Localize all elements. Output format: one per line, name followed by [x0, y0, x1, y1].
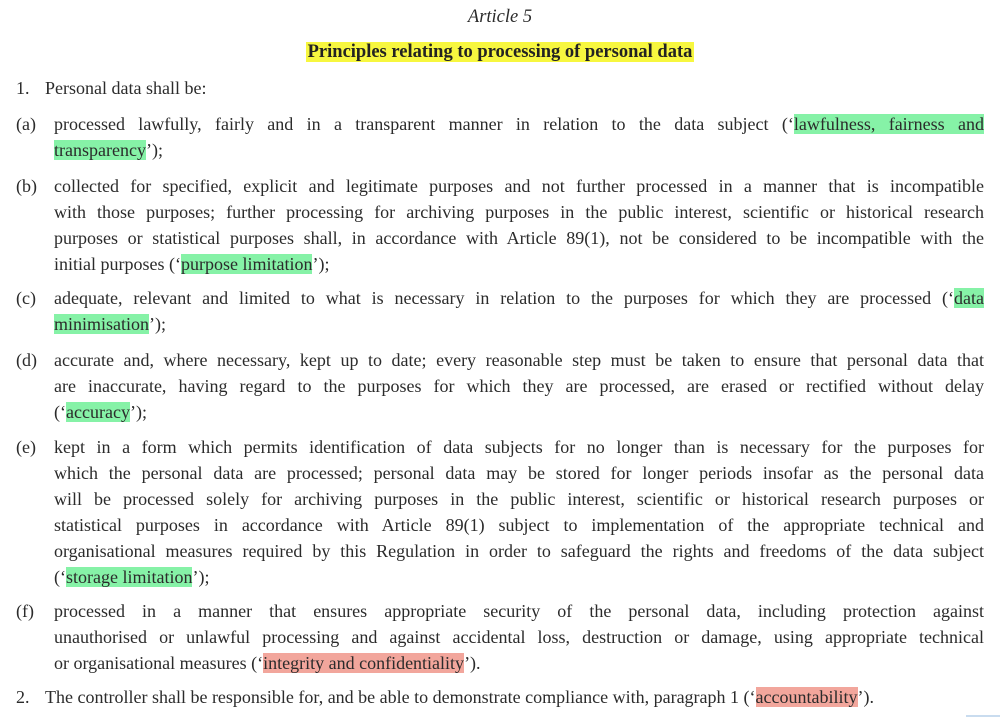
- paragraph-lead: Personal data shall be:: [45, 78, 207, 98]
- text-segment: ’);: [312, 254, 330, 274]
- principle-highlight: minimisation: [54, 314, 150, 334]
- text-segment: ’);: [145, 140, 163, 160]
- text-segment: (‘: [54, 567, 66, 587]
- text-segment: processed lawfully, fairly and in a tran…: [54, 114, 794, 134]
- principle-highlight: storage limitation: [66, 567, 193, 587]
- document-page: Article 5 Principles relating to process…: [0, 0, 1000, 717]
- principle-highlight: integrity and confidentiality: [263, 653, 465, 673]
- text-segment: with those purposes; further processing …: [54, 202, 984, 222]
- text-line: with those purposes; further processing …: [54, 199, 984, 225]
- article-title: Principles relating to processing of per…: [0, 40, 1000, 64]
- principle-highlight: lawfulness, fairness and: [793, 114, 984, 134]
- text-line: adequate, relevant and limited to what i…: [54, 285, 984, 311]
- principle-highlight: transparency: [54, 140, 146, 160]
- text-segment: which the personal data are processed; p…: [54, 463, 984, 483]
- principle-highlight: data: [954, 288, 984, 308]
- item-text: processed in a manner that ensures appro…: [54, 598, 984, 676]
- article-number: Article 5: [467, 7, 533, 27]
- text-segment: are inaccurate, having regard to the pur…: [54, 376, 984, 396]
- text-segment: will be processed solely for archiving p…: [54, 489, 984, 509]
- text-segment: ’).: [857, 687, 875, 707]
- paragraph-number: 2.: [16, 687, 30, 707]
- principle-highlight-accountability: accountability: [755, 687, 858, 707]
- principle-highlight: accuracy: [66, 402, 130, 422]
- text-line: initial purposes (‘purpose limitation’);: [54, 251, 984, 277]
- item-text: kept in a form which permits identificat…: [54, 434, 984, 590]
- text-segment: purposes or statistical purposes shall, …: [54, 228, 984, 248]
- text-segment: The controller shall be responsible for,…: [45, 687, 756, 707]
- text-segment: organisational measures required by this…: [54, 541, 984, 561]
- article-title-highlight: Principles relating to processing of per…: [305, 42, 695, 62]
- item-label: (c): [16, 288, 36, 308]
- principle-highlight: purpose limitation: [180, 254, 313, 274]
- text-line: accurate and, where necessary, kept up t…: [54, 347, 984, 373]
- text-line: collected for specified, explicit and le…: [54, 173, 984, 199]
- text-segment: ’);: [149, 314, 167, 334]
- item-text: processed lawfully, fairly and in a tran…: [54, 111, 984, 163]
- text-line: unauthorised or unlawful processing and …: [54, 624, 984, 650]
- text-segment: or organisational measures (‘: [54, 653, 264, 673]
- item-label: (e): [16, 437, 36, 457]
- item-label: (a): [16, 114, 36, 134]
- item-label: (b): [16, 176, 37, 196]
- paragraph-number: 1.: [16, 78, 30, 98]
- text-line: are inaccurate, having regard to the pur…: [54, 373, 984, 399]
- text-segment: ’);: [192, 567, 210, 587]
- paragraph-text: The controller shall be responsible for,…: [45, 684, 985, 710]
- text-segment: statistical purposes in accordance with …: [54, 515, 984, 535]
- text-segment: ’);: [129, 402, 147, 422]
- text-segment: (‘: [54, 402, 66, 422]
- text-line: processed in a manner that ensures appro…: [54, 598, 984, 624]
- text-line: (‘accuracy’);: [54, 399, 984, 425]
- text-segment: processed in a manner that ensures appro…: [54, 601, 984, 621]
- text-segment: accurate and, where necessary, kept up t…: [54, 350, 984, 370]
- text-segment: initial purposes (‘: [54, 254, 181, 274]
- text-line: (‘storage limitation’);: [54, 564, 984, 590]
- text-segment: adequate, relevant and limited to what i…: [54, 288, 955, 308]
- text-line: organisational measures required by this…: [54, 538, 984, 564]
- text-line: or organisational measures (‘integrity a…: [54, 650, 984, 676]
- text-segment: ’).: [464, 653, 481, 673]
- text-line: statistical purposes in accordance with …: [54, 512, 984, 538]
- text-line: transparency’);: [54, 137, 984, 163]
- text-line: which the personal data are processed; p…: [54, 460, 984, 486]
- item-text: adequate, relevant and limited to what i…: [54, 285, 984, 337]
- text-segment: kept in a form which permits identificat…: [54, 437, 984, 457]
- item-label: (f): [16, 601, 34, 621]
- text-segment: collected for specified, explicit and le…: [54, 176, 984, 196]
- item-text: collected for specified, explicit and le…: [54, 173, 984, 277]
- item-text: accurate and, where necessary, kept up t…: [54, 347, 984, 425]
- text-line: kept in a form which permits identificat…: [54, 434, 984, 460]
- text-segment: unauthorised or unlawful processing and …: [54, 627, 984, 647]
- text-line: will be processed solely for archiving p…: [54, 486, 984, 512]
- text-line: processed lawfully, fairly and in a tran…: [54, 111, 984, 137]
- item-label: (d): [16, 350, 37, 370]
- text-line: purposes or statistical purposes shall, …: [54, 225, 984, 251]
- text-line: minimisation’);: [54, 311, 984, 337]
